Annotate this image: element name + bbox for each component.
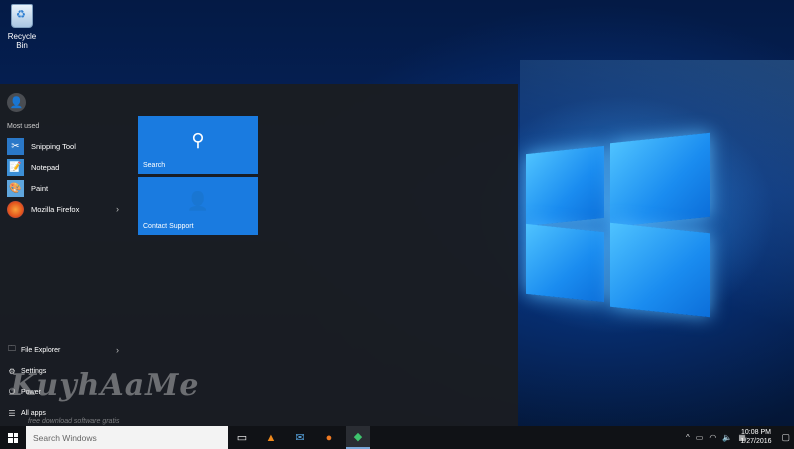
tile-label: Contact Support <box>143 223 194 230</box>
app-snipping-tool[interactable]: ✂ Snipping Tool <box>7 137 125 155</box>
recycle-bin-icon <box>11 4 33 28</box>
windows-icon <box>8 432 18 443</box>
app-label: Notepad <box>31 162 60 172</box>
taskbar-green-app[interactable]: ◆ <box>346 426 370 449</box>
app-label: Mozilla Firefox <box>31 204 80 214</box>
tile-search[interactable]: ⚲ Search <box>138 116 258 174</box>
taskbar-mail[interactable]: ✉ <box>288 426 312 449</box>
magnifier-icon: ⚲ <box>191 130 205 150</box>
start-file-explorer[interactable]: 🗀 File Explorer › <box>7 342 125 358</box>
battery-icon[interactable]: ▭ <box>696 433 704 442</box>
logo-pane <box>526 223 604 303</box>
recycle-bin-label: Recycle Bin <box>7 32 37 50</box>
action-center-icon[interactable]: ▢ <box>781 432 790 443</box>
user-avatar[interactable]: 👤 <box>7 93 26 112</box>
chevron-right-icon[interactable]: › <box>116 345 119 355</box>
taskbar: ▭ ▲ ✉ ● ◆ ^ ▭ ◠ 🔈 ▦ 10:08 PM 1/27/2016 ▢ <box>0 426 794 449</box>
watermark: KuyhAaMe <box>10 368 200 403</box>
mail-icon: ✉ <box>295 432 305 444</box>
app-notepad[interactable]: 📝 Notepad <box>7 158 125 176</box>
support-agent-icon: 👤 <box>186 191 210 211</box>
firefox-icon: ● <box>325 431 333 444</box>
chevron-right-icon[interactable]: › <box>116 204 119 214</box>
clock-time: 10:08 PM <box>741 429 771 436</box>
system-item-label: All apps <box>21 409 46 417</box>
clock[interactable]: 10:08 PM 1/27/2016 <box>736 428 776 446</box>
task-view-icon: ▭ <box>236 432 248 444</box>
list-icon: ☰ <box>8 408 16 418</box>
app-paint[interactable]: 🎨 Paint <box>7 179 125 197</box>
logo-pane <box>526 145 604 227</box>
app-mozilla-firefox[interactable]: Mozilla Firefox › <box>7 200 125 218</box>
notepad-icon: 📝 <box>7 158 24 176</box>
vlc-icon: ▲ <box>265 431 277 444</box>
chevron-up-icon[interactable]: ^ <box>686 433 690 442</box>
recycle-bin-shortcut[interactable]: Recycle Bin <box>2 4 42 50</box>
volume-icon[interactable]: 🔈 <box>722 433 732 442</box>
most-used-heading: Most used <box>7 123 40 130</box>
tile-label: Search <box>143 162 166 169</box>
logo-pane <box>610 222 710 318</box>
taskbar-vlc[interactable]: ▲ <box>259 426 283 449</box>
windows-logo-wallpaper <box>520 128 720 328</box>
app-label: Paint <box>31 183 49 193</box>
scissors-icon: ✂ <box>7 137 24 155</box>
clock-date: 1/27/2016 <box>740 438 772 445</box>
start-button[interactable] <box>0 426 26 449</box>
tile-contact-support[interactable]: 👤 Contact Support <box>138 177 258 235</box>
user-icon: 👤 <box>9 97 24 109</box>
task-view-button[interactable]: ▭ <box>230 426 254 449</box>
folder-icon: 🗀 <box>8 344 16 353</box>
firefox-icon <box>7 200 24 218</box>
wifi-icon[interactable]: ◠ <box>709 433 716 442</box>
logo-pane <box>610 132 710 228</box>
app-label: Snipping Tool <box>31 141 76 151</box>
system-item-label: File Explorer <box>21 346 61 354</box>
green-app-icon: ◆ <box>353 431 363 443</box>
taskbar-firefox[interactable]: ● <box>317 426 341 449</box>
watermark-subtext: free download software gratis <box>28 418 120 425</box>
paint-palette-icon: 🎨 <box>7 179 24 197</box>
search-input[interactable] <box>26 426 228 449</box>
